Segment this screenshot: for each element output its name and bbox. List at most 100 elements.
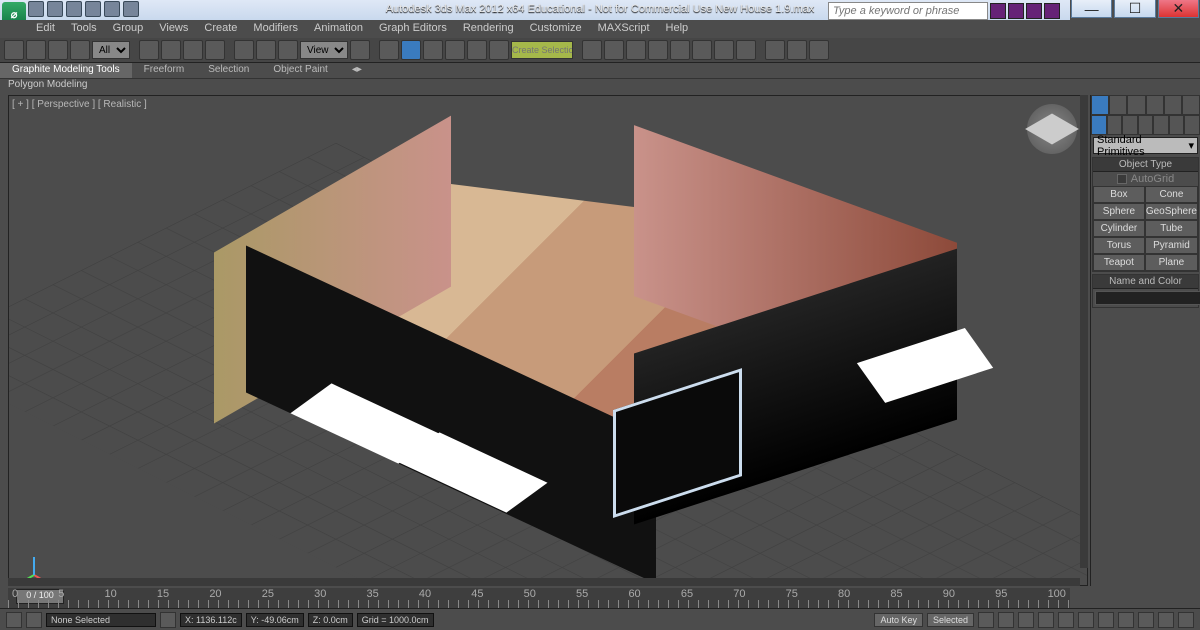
keymode-select[interactable]: Selected [927,613,974,627]
menu-views[interactable]: Views [151,20,196,38]
menu-group[interactable]: Group [105,20,152,38]
help-icon[interactable] [1044,3,1060,19]
link-icon[interactable] [123,1,139,17]
sphere-button[interactable]: Sphere [1093,203,1145,220]
edit-named-sel-icon[interactable] [489,40,509,60]
object-type-header[interactable]: Object Type [1093,158,1198,172]
geosphere-button[interactable]: GeoSphere [1145,203,1198,220]
scale-icon[interactable] [278,40,298,60]
rotate-icon[interactable] [256,40,276,60]
next-frame-icon[interactable] [1058,612,1074,628]
close-button[interactable]: ✕ [1158,0,1199,18]
goto-start-icon[interactable] [998,612,1014,628]
prompt-icon[interactable] [26,612,42,628]
helpers-icon[interactable] [1153,115,1169,135]
hierarchy-tab-icon[interactable] [1127,95,1145,115]
ribbon-tab-graphite[interactable]: Graphite Modeling Tools [0,63,132,78]
coord-z-field[interactable]: Z: 0.0cm [308,613,353,627]
prev-frame-icon[interactable] [1018,612,1034,628]
orbit-icon[interactable] [1138,612,1154,628]
named-selection-input[interactable] [511,41,573,59]
new-icon[interactable] [28,1,44,17]
plane-button[interactable]: Plane [1145,254,1198,271]
motion-tab-icon[interactable] [1146,95,1164,115]
autogrid-checkbox[interactable]: AutoGrid [1093,172,1198,186]
torus-button[interactable]: Torus [1093,237,1145,254]
redo-icon[interactable] [104,1,120,17]
pivot-icon[interactable] [350,40,370,60]
pan-icon[interactable] [1118,612,1134,628]
autokey-button[interactable]: Auto Key [874,613,923,627]
viewcube-icon[interactable] [1027,104,1077,154]
box-button[interactable]: Box [1093,186,1145,203]
ribbon-tab-selection[interactable]: Selection [196,63,261,78]
menu-maxscript[interactable]: MAXScript [590,20,658,38]
window-crossing-icon[interactable] [205,40,225,60]
modify-tab-icon[interactable] [1109,95,1127,115]
lock-selection-icon[interactable] [160,612,176,628]
maximize-button[interactable]: ☐ [1114,0,1155,18]
coord-x-field[interactable]: X: 1136.112c [180,613,242,627]
mirror-icon[interactable] [582,40,602,60]
undo-icon[interactable] [85,1,101,17]
object-name-input[interactable] [1095,291,1200,305]
create-tab-icon[interactable] [1091,95,1109,115]
save-icon[interactable] [66,1,82,17]
scrollbar-vertical[interactable] [1080,95,1088,568]
primitive-type-select[interactable]: Standard Primitives▾ [1093,137,1198,154]
maxscript-listener-icon[interactable] [6,612,22,628]
unlink-icon[interactable] [70,40,90,60]
move-icon[interactable] [234,40,254,60]
minimize-button[interactable]: — [1071,0,1112,18]
maximize-viewport-icon[interactable] [1178,612,1194,628]
set-key-icon[interactable] [978,612,994,628]
time-slider[interactable]: 0 / 100 0510 152025 303540 455055 606570… [8,588,1070,608]
search-icon[interactable] [990,3,1006,19]
select-region-icon[interactable] [183,40,203,60]
open-icon[interactable] [47,1,63,17]
menu-help[interactable]: Help [658,20,697,38]
undo-icon[interactable] [4,40,24,60]
menu-create[interactable]: Create [196,20,245,38]
lights-icon[interactable] [1122,115,1138,135]
viewport-perspective[interactable]: [ + ] [ Perspective ] [ Realistic ] [8,95,1088,586]
select-icon[interactable] [139,40,159,60]
menu-grapheditors[interactable]: Graph Editors [371,20,455,38]
menu-rendering[interactable]: Rendering [455,20,522,38]
redo-icon[interactable] [26,40,46,60]
render-icon[interactable] [765,40,785,60]
ribbon-panel-label[interactable]: Polygon Modeling [0,79,96,93]
viewport-label[interactable]: [ + ] [ Perspective ] [ Realistic ] [12,99,147,110]
display-tab-icon[interactable] [1164,95,1182,115]
scrollbar-horizontal[interactable] [8,578,1080,586]
layers-icon[interactable] [626,40,646,60]
render-iter-icon[interactable] [809,40,829,60]
geometry-icon[interactable] [1091,115,1107,135]
zoom-icon[interactable] [1158,612,1174,628]
pyramid-button[interactable]: Pyramid [1145,237,1198,254]
spinner-snap-icon[interactable] [467,40,487,60]
manipulate-icon[interactable] [379,40,399,60]
utilities-tab-icon[interactable] [1182,95,1200,115]
ribbon-tab-freeform[interactable]: Freeform [132,63,197,78]
time-config-icon[interactable] [1098,612,1114,628]
cone-button[interactable]: Cone [1145,186,1198,203]
tube-button[interactable]: Tube [1145,220,1198,237]
goto-end-icon[interactable] [1078,612,1094,628]
systems-icon[interactable] [1184,115,1200,135]
align-icon[interactable] [604,40,624,60]
material-editor-icon[interactable] [692,40,712,60]
menu-modifiers[interactable]: Modifiers [245,20,306,38]
angle-snap-icon[interactable] [423,40,443,60]
menu-tools[interactable]: Tools [63,20,105,38]
teapot-button[interactable]: Teapot [1093,254,1145,271]
cylinder-button[interactable]: Cylinder [1093,220,1145,237]
ribbon-tab-objectpaint[interactable]: Object Paint [261,63,339,78]
render-frame-icon[interactable] [736,40,756,60]
coord-y-field[interactable]: Y: -49.06cm [246,613,304,627]
help-search-input[interactable] [828,2,988,20]
ref-coord-select[interactable]: View [300,41,348,59]
render-prod-icon[interactable] [787,40,807,60]
select-name-icon[interactable] [161,40,181,60]
render-setup-icon[interactable] [714,40,734,60]
